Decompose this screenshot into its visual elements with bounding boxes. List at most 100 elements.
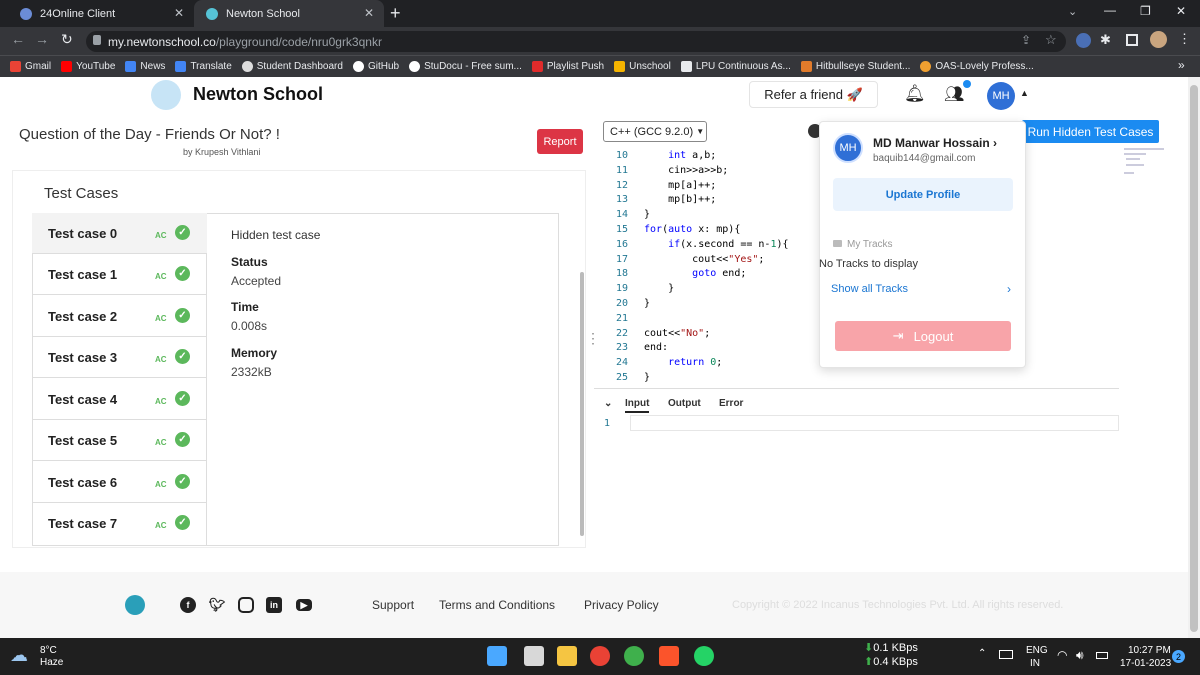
- footer-logo-icon[interactable]: [125, 595, 145, 615]
- linkedin-icon[interactable]: in: [266, 597, 282, 613]
- close-window-icon[interactable]: ✕: [1176, 4, 1186, 18]
- test-case-item[interactable]: Test case 5 AC ✓: [32, 420, 207, 461]
- code-line[interactable]: int a,b;: [644, 150, 716, 161]
- extension-icon[interactable]: [1076, 33, 1091, 48]
- test-case-item[interactable]: Test case 2 AC ✓: [32, 296, 207, 337]
- brave-icon[interactable]: [659, 646, 679, 666]
- language-select[interactable]: C++ (GCC 9.2.0) ▼: [603, 121, 707, 142]
- url-input[interactable]: my.newtonschool.co/playground/code/nru0g…: [86, 31, 1066, 52]
- whatsapp-icon[interactable]: [694, 646, 714, 666]
- minimize-icon[interactable]: —: [1104, 3, 1116, 17]
- menu-kebab-icon[interactable]: ⋮: [1178, 31, 1191, 47]
- bookmark-news[interactable]: News: [125, 61, 165, 72]
- logout-button[interactable]: ⇥ Logout: [835, 321, 1011, 351]
- lock-icon[interactable]: [93, 35, 101, 45]
- bookmark-student-dashboard[interactable]: Student Dashboard: [241, 61, 343, 72]
- code-line[interactable]: cout<<"Yes";: [644, 254, 764, 265]
- wifi-icon[interactable]: ◠: [1057, 648, 1067, 662]
- bookmark-youtube[interactable]: YouTube: [61, 61, 115, 72]
- show-all-tracks-link[interactable]: Show all Tracks: [831, 283, 908, 295]
- profile-avatar-icon[interactable]: [1150, 31, 1167, 48]
- refer-friend-button[interactable]: Refer a friend 🚀: [749, 81, 878, 108]
- test-case-item[interactable]: Test case 3 AC ✓: [32, 337, 207, 378]
- chrome-active-icon[interactable]: [624, 646, 644, 666]
- page-scrollbar-thumb[interactable]: [1190, 85, 1198, 632]
- sidepanel-icon[interactable]: [1126, 34, 1138, 46]
- custom-input-field[interactable]: [630, 415, 1119, 431]
- code-line[interactable]: if(x.second == n-1){: [644, 239, 788, 250]
- youtube-icon[interactable]: ▶: [296, 599, 312, 611]
- code-line[interactable]: for(auto x: mp){: [644, 224, 740, 235]
- footer-link-terms[interactable]: Terms and Conditions: [439, 598, 555, 612]
- test-case-item[interactable]: Test case 4 AC ✓: [32, 379, 207, 420]
- clock-date[interactable]: 17-01-2023: [1120, 658, 1171, 669]
- bookmark-oas[interactable]: OAS-Lovely Profess...: [920, 61, 1034, 72]
- browser-tab-active[interactable]: Newton School ✕: [194, 0, 384, 27]
- tab-error[interactable]: Error: [719, 398, 743, 409]
- chevron-right-icon[interactable]: ›: [1007, 282, 1011, 296]
- code-line[interactable]: cout<<"No";: [644, 328, 710, 339]
- update-profile-button[interactable]: Update Profile: [833, 178, 1013, 211]
- more-bookmarks-icon[interactable]: »: [1178, 58, 1185, 72]
- dropdown-user-name[interactable]: MD Manwar Hossain ›: [873, 136, 997, 150]
- bookmark-github[interactable]: GitHub: [352, 61, 399, 72]
- code-line[interactable]: }: [644, 209, 650, 220]
- collapse-chevron-icon[interactable]: ⌄: [604, 398, 612, 409]
- bookmark-playlist-push[interactable]: Playlist Push: [531, 61, 604, 72]
- share-icon[interactable]: ⇪: [1021, 33, 1031, 47]
- close-tab-icon[interactable]: ✕: [364, 6, 374, 20]
- region-code[interactable]: IN: [1030, 658, 1040, 669]
- test-case-item[interactable]: Test case 6 AC ✓: [32, 462, 207, 503]
- newton-logo-icon[interactable]: [151, 80, 181, 110]
- bookmark-translate[interactable]: Translate: [175, 61, 232, 72]
- test-case-item[interactable]: Test case 7 AC ✓: [32, 503, 207, 544]
- code-line[interactable]: end:: [644, 342, 668, 353]
- back-icon[interactable]: ←: [11, 31, 25, 47]
- notification-count-badge[interactable]: 2: [1172, 650, 1185, 663]
- notifications-bell-icon[interactable]: 🔔︎: [904, 84, 926, 106]
- close-tab-icon[interactable]: ✕: [174, 6, 184, 20]
- site-logo-text[interactable]: Newton School: [193, 84, 323, 105]
- bookmark-lpu[interactable]: LPU Continuous As...: [680, 61, 791, 72]
- chrome-icon[interactable]: [590, 646, 610, 666]
- code-line[interactable]: cin>>a>>b;: [644, 165, 728, 176]
- caret-up-icon[interactable]: ▲: [1020, 88, 1029, 98]
- bookmark-unschool[interactable]: Unschool: [614, 61, 671, 72]
- taskview-icon[interactable]: [524, 646, 544, 666]
- bookmark-gmail[interactable]: Gmail: [10, 61, 51, 72]
- browser-tab[interactable]: 24Online Client ✕: [8, 0, 194, 27]
- tab-search-icon[interactable]: ⌄: [1068, 5, 1077, 18]
- code-line[interactable]: }: [644, 372, 650, 383]
- facebook-icon[interactable]: f: [180, 597, 196, 613]
- bookmark-studocu[interactable]: StuDocu - Free sum...: [409, 61, 522, 72]
- community-icon[interactable]: 👥︎: [944, 84, 966, 106]
- twitter-icon[interactable]: 🐦︎: [209, 597, 226, 613]
- bookmark-star-icon[interactable]: ☆: [1045, 32, 1057, 48]
- test-case-item[interactable]: Test case 0 AC ✓: [32, 213, 207, 254]
- instagram-icon[interactable]: [238, 597, 254, 613]
- language-code[interactable]: ENG: [1026, 645, 1048, 656]
- battery-icon[interactable]: [1096, 652, 1108, 659]
- tab-input[interactable]: Input: [625, 398, 650, 413]
- tab-output[interactable]: Output: [668, 398, 701, 409]
- code-line[interactable]: }: [644, 298, 650, 309]
- extensions-puzzle-icon[interactable]: ✱: [1100, 32, 1111, 48]
- file-explorer-icon[interactable]: [557, 646, 577, 666]
- new-tab-icon[interactable]: +: [390, 3, 401, 24]
- code-line[interactable]: mp[a]++;: [644, 180, 716, 191]
- clock-time[interactable]: 10:27 PM: [1128, 645, 1171, 656]
- report-button[interactable]: Report: [537, 129, 583, 154]
- code-line[interactable]: return 0;: [644, 357, 722, 368]
- code-line[interactable]: goto end;: [644, 268, 746, 279]
- weather-icon[interactable]: ☁: [10, 645, 28, 666]
- reload-icon[interactable]: ↻: [61, 31, 73, 48]
- forward-icon[interactable]: →: [35, 31, 49, 47]
- run-hidden-tests-button[interactable]: Run Hidden Test Cases: [1022, 120, 1159, 143]
- tray-overflow-icon[interactable]: ⌃: [978, 648, 986, 659]
- footer-link-privacy[interactable]: Privacy Policy: [584, 598, 659, 612]
- volume-icon[interactable]: 🔊︎: [1076, 648, 1084, 663]
- user-avatar[interactable]: MH: [987, 82, 1015, 110]
- footer-link-support[interactable]: Support: [372, 598, 414, 612]
- code-minimap[interactable]: [1120, 148, 1178, 188]
- maximize-icon[interactable]: ❐: [1140, 4, 1151, 18]
